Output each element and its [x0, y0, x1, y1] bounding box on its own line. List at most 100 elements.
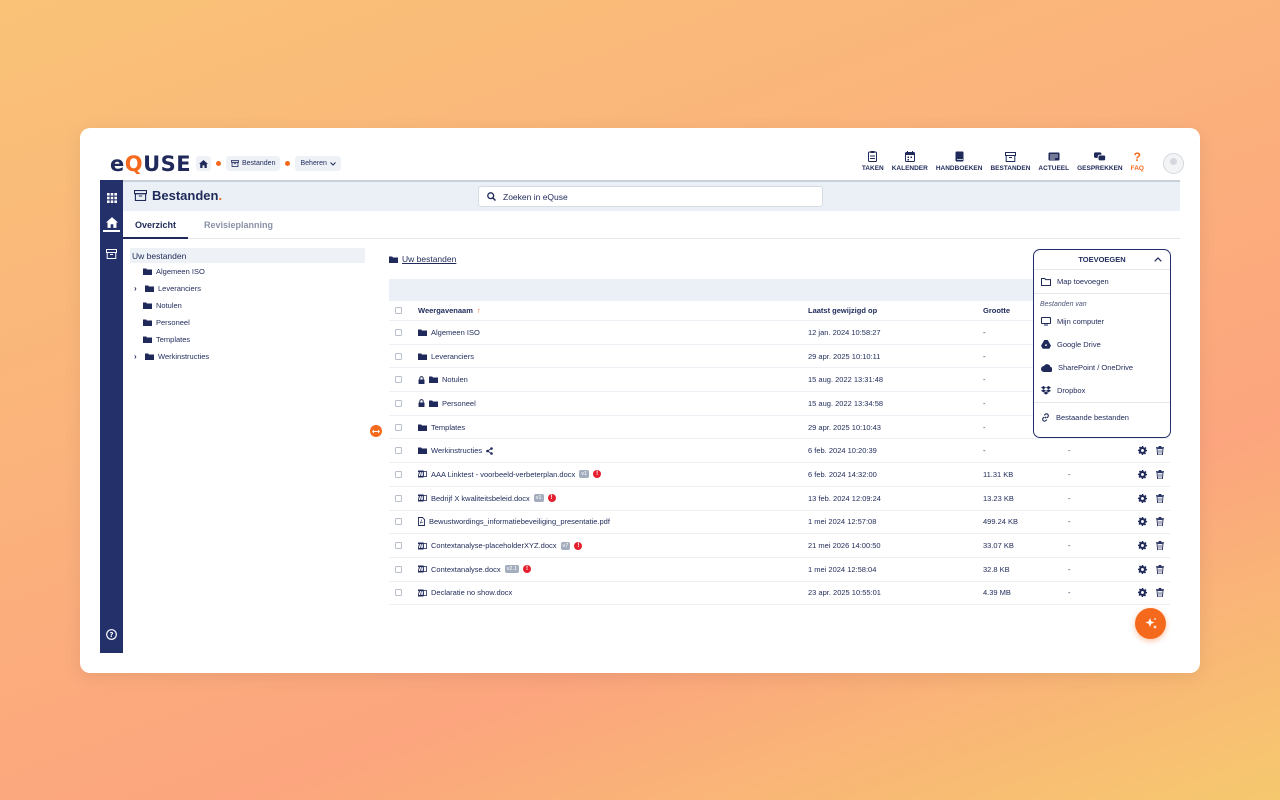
table-row[interactable]: Bewustwordings_informatiebeveiliging_pre… [389, 511, 1170, 535]
equse-logo[interactable]: eQUSE [110, 152, 191, 176]
row-checkbox[interactable] [395, 565, 402, 573]
column-date[interactable]: Laatst gewijzigd op [808, 306, 983, 315]
menu-dropbox[interactable]: Dropbox [1034, 379, 1170, 402]
file-name[interactable]: Contextanalyse-placeholderXYZ.docx [431, 541, 557, 550]
file-name[interactable]: Personeel [442, 399, 476, 408]
gear-icon[interactable] [1138, 493, 1147, 503]
select-all-checkbox[interactable] [395, 307, 402, 314]
menu-add-folder[interactable]: Map toevoegen [1034, 270, 1170, 293]
folder-outline-icon [1041, 277, 1051, 286]
top-navigation: TAKEN KALENDER HANDBOEKEN BESTANDEN ACTU… [862, 149, 1144, 173]
table-row[interactable]: W Bedrijf X kwaliteitsbeleid.docx v1! 13 fe… [389, 487, 1170, 511]
file-name[interactable]: Templates [431, 423, 465, 432]
table-row[interactable]: W Contextanalyse.docx v2.1! 1 mei 2024 12:5… [389, 558, 1170, 582]
row-checkbox[interactable] [395, 494, 402, 502]
row-checkbox[interactable] [395, 589, 402, 597]
trash-icon[interactable] [1156, 517, 1164, 527]
row-checkbox[interactable] [395, 376, 402, 384]
nav-faq[interactable]: ? FAQ [1131, 149, 1144, 173]
chevron-right-icon[interactable]: › [134, 352, 141, 361]
gear-icon[interactable] [1138, 446, 1147, 456]
question-icon: ? [1133, 149, 1141, 164]
row-checkbox[interactable] [395, 423, 402, 431]
table-row[interactable]: W Contextanalyse-placeholderXYZ.docx v7! 21… [389, 534, 1170, 558]
row-checkbox[interactable] [395, 542, 402, 550]
row-checkbox[interactable] [395, 447, 402, 455]
menu-sharepoint-onedrive[interactable]: SharePoint / OneDrive [1034, 356, 1170, 379]
modified-date: 29 apr. 2025 10:10:11 [808, 351, 881, 361]
rail-files[interactable] [100, 244, 123, 264]
gear-icon[interactable] [1138, 541, 1147, 551]
nav-actueel[interactable]: ACTUEEL [1038, 151, 1069, 172]
tree-item[interactable]: › Leveranciers [130, 280, 365, 297]
nav-handboeken[interactable]: HANDBOEKEN [936, 151, 982, 172]
table-row[interactable]: Werkinstructies 6 feb. 2024 10:20:39 - - [389, 439, 1170, 464]
file-name[interactable]: Algemeen ISO [431, 328, 480, 337]
trash-icon[interactable] [1156, 541, 1164, 551]
rail-apps[interactable] [100, 188, 123, 208]
tree-item[interactable]: › Werkinstructies [130, 348, 365, 365]
tree-item[interactable]: Templates [130, 331, 365, 348]
rail-help[interactable]: ? [100, 624, 123, 644]
tab-revisieplanning[interactable]: Revisieplanning [202, 211, 275, 238]
file-name[interactable]: Bedrijf X kwaliteitsbeleid.docx [431, 494, 530, 503]
trash-icon[interactable] [1156, 469, 1164, 479]
file-name[interactable]: Bewustwordings_informatiebeveiliging_pre… [429, 517, 610, 526]
nav-kalender[interactable]: KALENDER [892, 151, 928, 172]
gear-icon[interactable] [1138, 564, 1147, 574]
user-avatar[interactable] [1163, 153, 1184, 174]
archive-icon [106, 249, 117, 259]
trash-icon[interactable] [1156, 588, 1164, 598]
menu-existing-files[interactable]: Bestaande bestanden [1034, 403, 1170, 431]
nav-taken[interactable]: TAKEN [862, 151, 884, 172]
table-row[interactable]: W Declaratie no show.docx 23 apr. 2025 10:… [389, 582, 1170, 606]
menu-google-drive[interactable]: Google Drive [1034, 333, 1170, 356]
top-bar: eQUSE Bestanden Beheren TAKEN KALENDER H… [80, 128, 1200, 180]
rail-home[interactable] [100, 212, 123, 232]
add-button[interactable]: TOEVOEGEN [1034, 250, 1170, 270]
trash-icon[interactable] [1156, 446, 1164, 456]
gear-icon[interactable] [1138, 588, 1147, 598]
search-input[interactable]: Zoeken in eQuse [478, 186, 823, 207]
svg-text:W: W [418, 567, 424, 573]
breadcrumb-beheren-dropdown[interactable]: Beheren [295, 156, 341, 171]
chevron-right-icon[interactable]: › [134, 284, 141, 293]
file-name[interactable]: Werkinstructies [431, 446, 482, 455]
path-link[interactable]: Uw bestanden [402, 254, 456, 264]
tree-item[interactable]: Algemeen ISO [130, 263, 365, 280]
menu-my-computer[interactable]: Mijn computer [1034, 310, 1170, 333]
tab-overzicht[interactable]: Overzicht [122, 211, 189, 239]
row-checkbox[interactable] [395, 399, 402, 407]
breadcrumb-home[interactable] [196, 156, 211, 171]
file-name[interactable]: Contextanalyse.docx [431, 565, 501, 574]
file-name[interactable]: Leveranciers [431, 352, 474, 361]
folder-icon [418, 424, 427, 431]
row-checkbox[interactable] [395, 352, 402, 360]
tree-item[interactable]: Personeel [130, 314, 365, 331]
file-name[interactable]: Declaratie no show.docx [431, 588, 512, 597]
breadcrumb-bestanden[interactable]: Bestanden [226, 156, 281, 171]
gear-icon[interactable] [1138, 469, 1147, 479]
svg-text:W: W [418, 496, 424, 502]
table-row[interactable]: W AAA Linktest - voorbeeld-verbeterplan.d… [389, 463, 1170, 487]
trash-icon[interactable] [1156, 493, 1164, 503]
column-name[interactable]: Weergavenaam ↑ [418, 306, 808, 315]
trash-icon[interactable] [1156, 564, 1164, 574]
file-name[interactable]: AAA Linktest - voorbeeld-verbeterplan.do… [431, 470, 575, 479]
nav-bestanden[interactable]: BESTANDEN [990, 151, 1030, 172]
lock-icon [418, 375, 425, 384]
nav-gesprekken[interactable]: GESPREKKEN [1077, 151, 1123, 172]
svg-text:?: ? [109, 631, 113, 639]
row-checkbox[interactable] [395, 518, 402, 526]
tree-item[interactable]: Notulen [130, 297, 365, 314]
row-checkbox[interactable] [395, 470, 402, 478]
tree-root[interactable]: Uw bestanden [130, 248, 365, 263]
row-checkbox[interactable] [395, 328, 402, 336]
extra-info: - [1068, 469, 1071, 479]
folder-icon [143, 302, 152, 309]
book-icon [955, 151, 964, 162]
file-name[interactable]: Notulen [442, 375, 468, 384]
gear-icon[interactable] [1138, 517, 1147, 527]
ai-assistant-button[interactable] [1135, 608, 1166, 639]
resize-handle[interactable] [370, 425, 382, 437]
